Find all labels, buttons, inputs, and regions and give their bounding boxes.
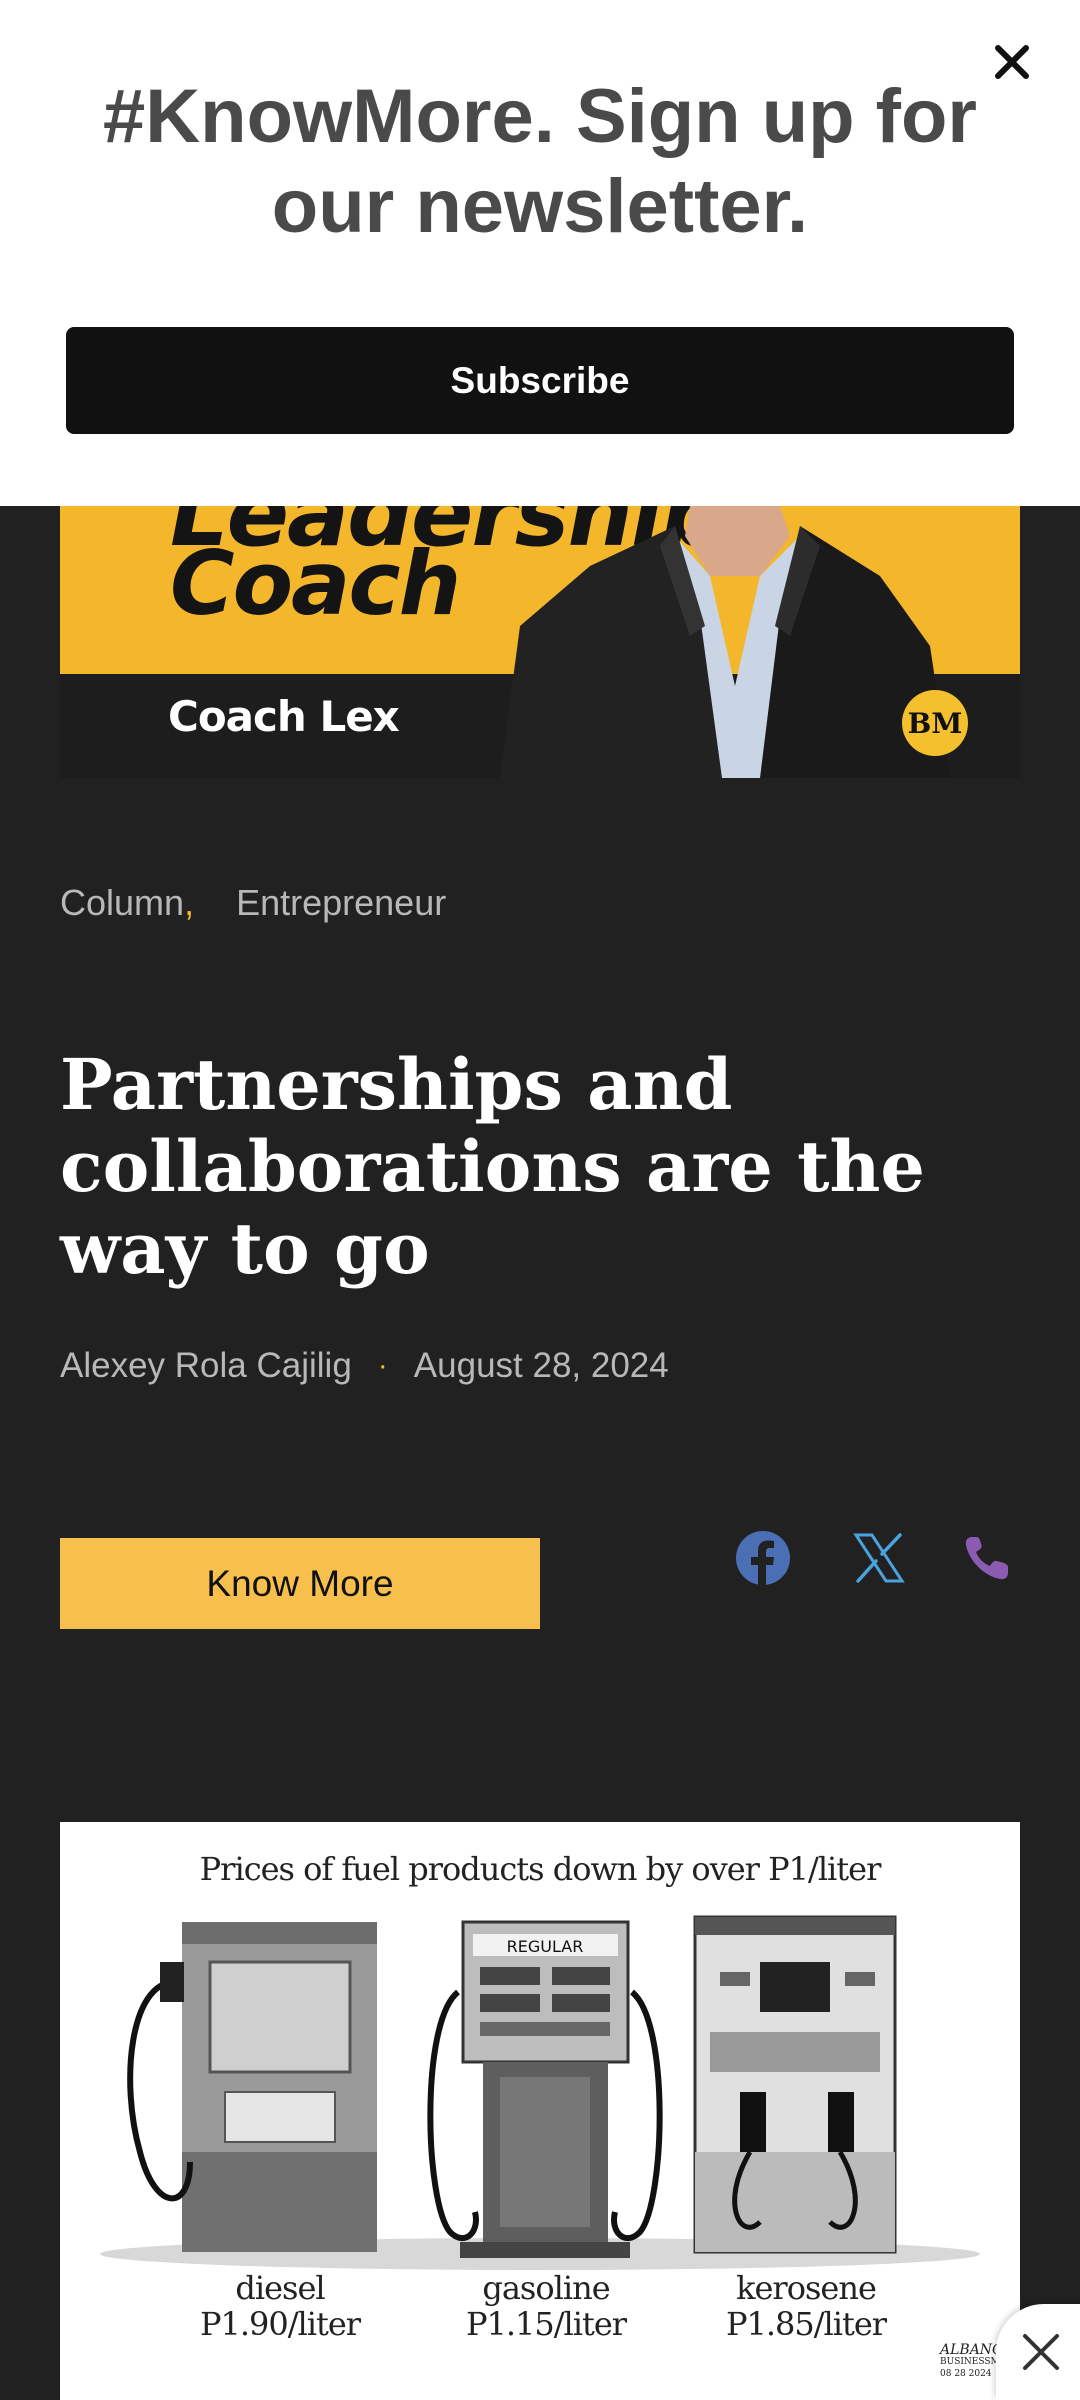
category-entrepreneur[interactable]: Entrepreneur <box>236 882 446 924</box>
subscribe-button[interactable]: Subscribe <box>66 327 1014 434</box>
phone-icon <box>965 1537 1008 1580</box>
share-facebook-button[interactable] <box>728 1528 798 1588</box>
category-column[interactable]: Column <box>60 882 184 924</box>
byline: Alexey Rola Cajilig · August 28, 2024 <box>60 1346 669 1386</box>
article-title: Partnerships and collaborations are the … <box>60 1043 925 1290</box>
category-separator: , <box>184 882 195 923</box>
close-icon <box>1023 2334 1059 2370</box>
hero-heading: Coach <box>170 532 461 635</box>
publish-date: August 28, 2024 <box>413 1346 669 1385</box>
article-image: Prices of fuel products down by over P1/… <box>60 1822 1020 2400</box>
pump-label-kerosene: kerosene P1.85/liter <box>725 2269 887 2343</box>
pump-label-diesel: diesel P1.90/liter <box>199 2269 361 2343</box>
bm-logo: BM <box>902 690 968 756</box>
hero-name: Coach Lex <box>168 692 400 741</box>
regular-label: REGULAR <box>507 1937 584 1956</box>
share-x-button[interactable] <box>844 1528 914 1588</box>
newsletter-popup: #KnowMore. Sign up for our newsletter. S… <box>0 0 1080 506</box>
person-photo <box>500 506 950 778</box>
facebook-icon <box>736 1531 790 1586</box>
meta-dot: · <box>377 1349 388 1382</box>
pump-label-gasoline: gasoline P1.15/liter <box>465 2269 627 2343</box>
author-link[interactable]: Alexey Rola Cajilig <box>60 1346 352 1386</box>
know-more-button[interactable]: Know More <box>60 1538 540 1629</box>
close-ad-button[interactable] <box>996 2304 1080 2400</box>
article-categories: Column, Entrepreneur <box>60 882 446 924</box>
newsletter-title: #KnowMore. Sign up for our newsletter. <box>103 74 977 249</box>
hero-banner: Leadership Coach Coach Lex BM <box>60 506 1020 778</box>
share-phone-button[interactable] <box>952 1528 1022 1588</box>
x-icon <box>853 1533 905 1583</box>
